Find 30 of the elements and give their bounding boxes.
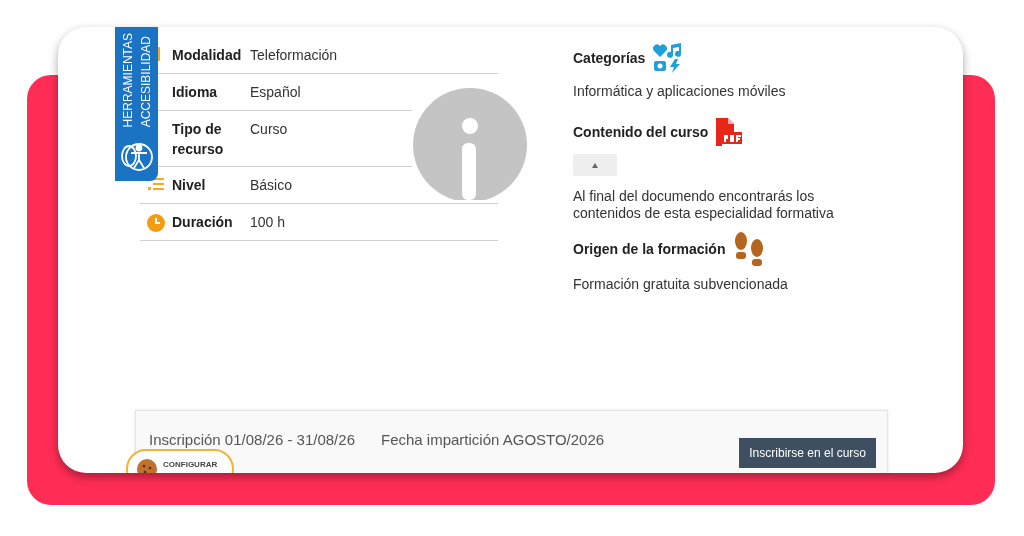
detail-value: Curso — [249, 120, 289, 139]
clock-icon — [147, 214, 165, 232]
tab-label: HERRAMIENTAS — [119, 32, 136, 127]
section-title: Categorías — [573, 48, 646, 68]
section-title: Origen de la formación — [573, 239, 726, 259]
detail-label: Nivel — [172, 176, 207, 195]
detail-value: Básico — [249, 176, 294, 195]
detail-value: Teleformación — [249, 46, 339, 65]
footprints-icon — [733, 232, 766, 266]
categories-icon — [653, 43, 684, 73]
download-button[interactable] — [573, 154, 617, 176]
detail-value: 100 h — [249, 213, 287, 232]
section-text: Formación gratuita subvencionada — [573, 276, 789, 293]
section-title: Contenido del curso — [573, 122, 709, 142]
detail-value: Español — [249, 83, 302, 102]
detail-label: Tipo de recurso — [172, 120, 225, 159]
section-text: Al final del documendo encontrarás los contenidos de esta especialidad formativa — [573, 188, 835, 222]
accessibility-tab[interactable]: HERRAMIENTAS ACCESIBILIDAD — [115, 27, 158, 181]
enroll-button[interactable]: Inscribirse en el curso — [739, 438, 876, 468]
detail-label: Modalidad — [172, 46, 243, 65]
download-icon — [592, 162, 598, 168]
cookies-button[interactable]: CONFIGURAR — [126, 449, 234, 473]
course-dates: Fecha impartición AGOSTO/2026 — [381, 430, 605, 450]
tab-label: ACCESIBILIDAD — [137, 35, 154, 127]
pdf-file-icon — [716, 118, 743, 146]
registration-dates: Inscripción 01/08/26 - 31/08/26 — [149, 430, 355, 450]
detail-label: Duración — [172, 213, 234, 232]
section-text: Informática y aplicaciones móviles — [573, 83, 787, 100]
cookie-icon — [137, 459, 157, 473]
detail-label: Idioma — [172, 83, 219, 102]
